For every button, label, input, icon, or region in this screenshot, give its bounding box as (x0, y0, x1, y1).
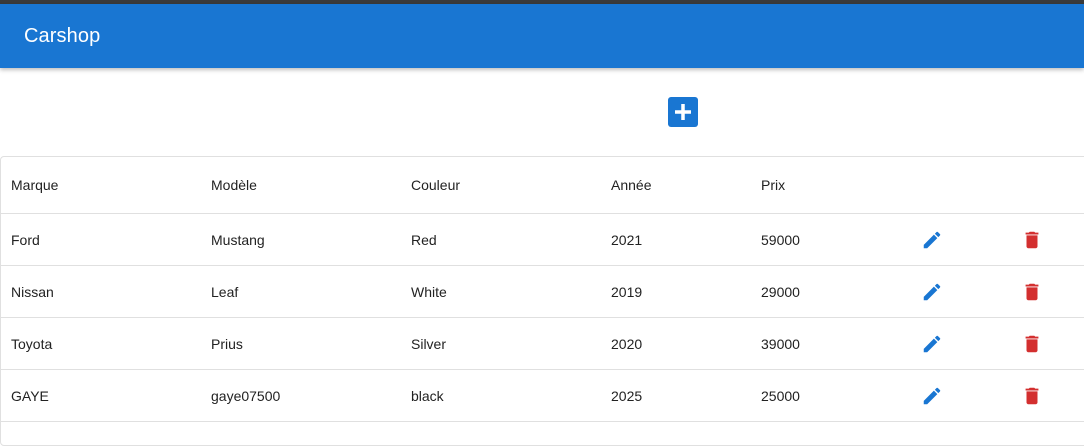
column-header-couleur[interactable]: Couleur (411, 157, 460, 213)
app-bar: Carshop (0, 4, 1084, 68)
cars-table: Marque Modèle Couleur Année Prix Ford Mu… (0, 156, 1084, 446)
trash-icon (1025, 283, 1039, 300)
cell-prix: 59000 (761, 231, 800, 248)
trash-icon (1025, 387, 1039, 404)
cell-couleur: black (411, 387, 444, 404)
table-header-row: Marque Modèle Couleur Année Prix (1, 157, 1084, 214)
cell-couleur: Red (411, 231, 437, 248)
cell-annee: 2020 (611, 335, 643, 352)
cell-modele: gaye07500 (211, 387, 281, 404)
pencil-icon (923, 387, 941, 404)
cell-modele: Prius (211, 335, 243, 352)
delete-button[interactable] (1016, 214, 1048, 265)
cell-marque: Toyota (11, 335, 53, 352)
column-header-annee[interactable]: Année (611, 157, 651, 213)
cell-marque: Ford (11, 231, 40, 248)
cell-prix: 29000 (761, 283, 800, 300)
pencil-icon (923, 335, 941, 352)
column-header-prix[interactable]: Prix (761, 157, 785, 213)
cell-couleur: Silver (411, 335, 447, 352)
delete-button[interactable] (1016, 370, 1048, 421)
cell-couleur: White (411, 283, 447, 300)
cell-prix: 25000 (761, 387, 800, 404)
cell-annee: 2025 (611, 387, 643, 404)
cell-prix: 39000 (761, 335, 800, 352)
column-header-marque[interactable]: Marque (11, 157, 58, 213)
delete-button[interactable] (1016, 266, 1048, 317)
edit-button[interactable] (916, 214, 948, 265)
cell-marque: Nissan (11, 283, 54, 300)
pencil-icon (923, 231, 941, 248)
plus-icon (675, 104, 691, 120)
table-row: Nissan Leaf White 2019 29000 (1, 266, 1084, 318)
trash-icon (1025, 335, 1039, 352)
pencil-icon (923, 283, 941, 300)
cell-annee: 2019 (611, 283, 643, 300)
app-title: Carshop (24, 24, 101, 47)
table-row: Ford Mustang Red 2021 59000 (1, 214, 1084, 266)
edit-button[interactable] (916, 266, 948, 317)
table-row: Toyota Prius Silver 2020 39000 (1, 318, 1084, 370)
cell-modele: Mustang (211, 231, 265, 248)
edit-button[interactable] (916, 370, 948, 421)
cell-marque: GAYE (11, 387, 49, 404)
column-header-modele[interactable]: Modèle (211, 157, 257, 213)
trash-icon (1025, 231, 1039, 248)
add-car-button[interactable] (668, 97, 698, 127)
table-row: GAYE gaye07500 black 2025 25000 (1, 370, 1084, 422)
delete-button[interactable] (1016, 318, 1048, 369)
edit-button[interactable] (916, 318, 948, 369)
cell-annee: 2021 (611, 231, 643, 248)
cell-modele: Leaf (211, 283, 239, 300)
